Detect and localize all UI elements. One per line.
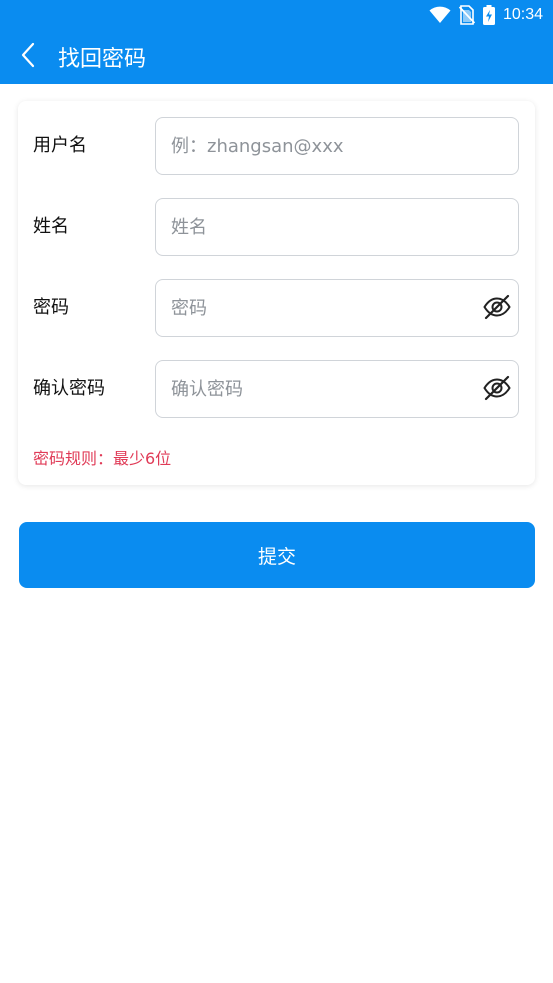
status-time: 10:34 (502, 6, 543, 23)
form-card: 用户名 姓名 密码 确认密码 (18, 101, 535, 485)
battery-charging-icon (482, 5, 495, 25)
password-input[interactable] (156, 280, 518, 336)
username-label: 用户名 (33, 135, 87, 156)
confirm-password-label: 确认密码 (33, 378, 105, 399)
status-bar: 10:34 (0, 0, 553, 30)
confirm-password-field-box (155, 360, 519, 418)
confirm-password-visibility-toggle[interactable] (480, 373, 514, 407)
password-row: 密码 (18, 279, 535, 337)
username-row: 用户名 (18, 117, 535, 175)
no-sim-icon (458, 5, 475, 25)
eye-off-icon (482, 373, 512, 407)
password-visibility-toggle[interactable] (480, 292, 514, 326)
app-bar: 10:34 找回密码 (0, 0, 553, 84)
wifi-icon (429, 6, 451, 24)
name-field-box (155, 198, 519, 256)
submit-button[interactable]: 提交 (19, 522, 535, 588)
password-label: 密码 (33, 297, 69, 318)
title-bar: 找回密码 (0, 30, 553, 84)
password-field-box (155, 279, 519, 337)
confirm-password-input[interactable] (156, 361, 518, 417)
eye-off-icon (482, 292, 512, 326)
username-input[interactable] (156, 118, 518, 174)
name-input[interactable] (156, 199, 518, 255)
confirm-password-row: 确认密码 (18, 360, 535, 418)
page-title: 找回密码 (58, 47, 147, 72)
chevron-left-icon (20, 42, 36, 72)
name-row: 姓名 (18, 198, 535, 256)
password-rule-hint: 密码规则：最少6位 (33, 449, 172, 468)
name-label: 姓名 (33, 216, 69, 237)
username-field-box (155, 117, 519, 175)
back-button[interactable] (0, 30, 56, 84)
